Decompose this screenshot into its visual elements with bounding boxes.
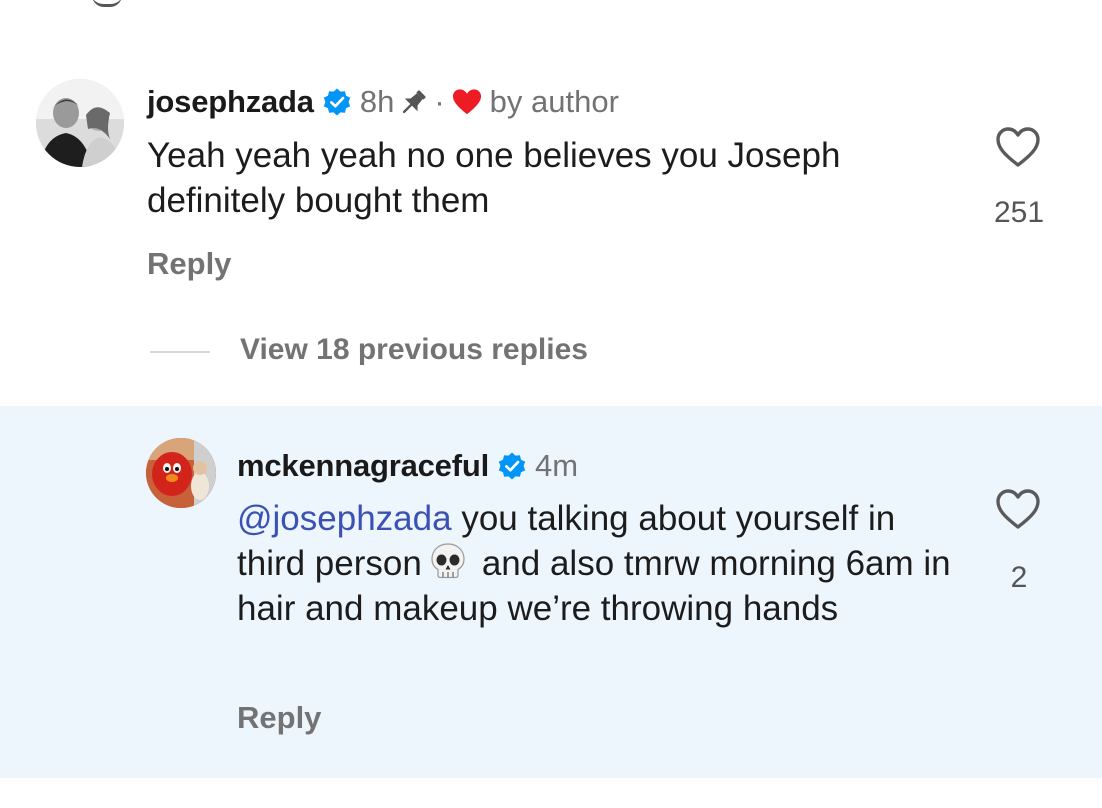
like-count: 251 [993,196,1045,229]
view-previous-replies-button[interactable]: View 18 previous replies [240,333,588,367]
skull-emoji-icon [431,543,465,579]
timestamp: 4m [535,448,579,483]
author-liked-heart-icon [452,89,481,115]
reply-button[interactable]: Reply [237,700,321,736]
comment-text: Yeah yeah yeah no one believes you Josep… [147,136,841,220]
like-count: 2 [1010,561,1028,594]
divider-line [150,351,210,353]
verified-badge-icon [323,88,351,116]
comment-header: mckennagraceful 4m [237,444,578,488]
comment-text: @josephzada you talking about yourself i… [237,496,957,631]
mention-link[interactable]: @josephzada [237,499,452,538]
like-heart-icon[interactable] [994,487,1042,531]
username[interactable]: mckennagraceful [237,448,489,484]
pin-icon [403,90,426,114]
comment-header: josephzada 8h · by author [147,80,619,124]
like-heart-icon[interactable] [994,125,1042,169]
verified-badge-icon [498,452,526,480]
avatar[interactable] [146,438,216,508]
liked-by-author-label: by author [489,84,619,119]
timestamp: 8h [359,84,395,119]
reply-button[interactable]: Reply [147,246,231,282]
username[interactable]: josephzada [147,84,314,120]
avatar[interactable] [36,79,124,167]
separator-dot: · [434,84,445,119]
comment-josephzada: josephzada 8h · by author Yeah yeah yeah… [0,0,1102,406]
